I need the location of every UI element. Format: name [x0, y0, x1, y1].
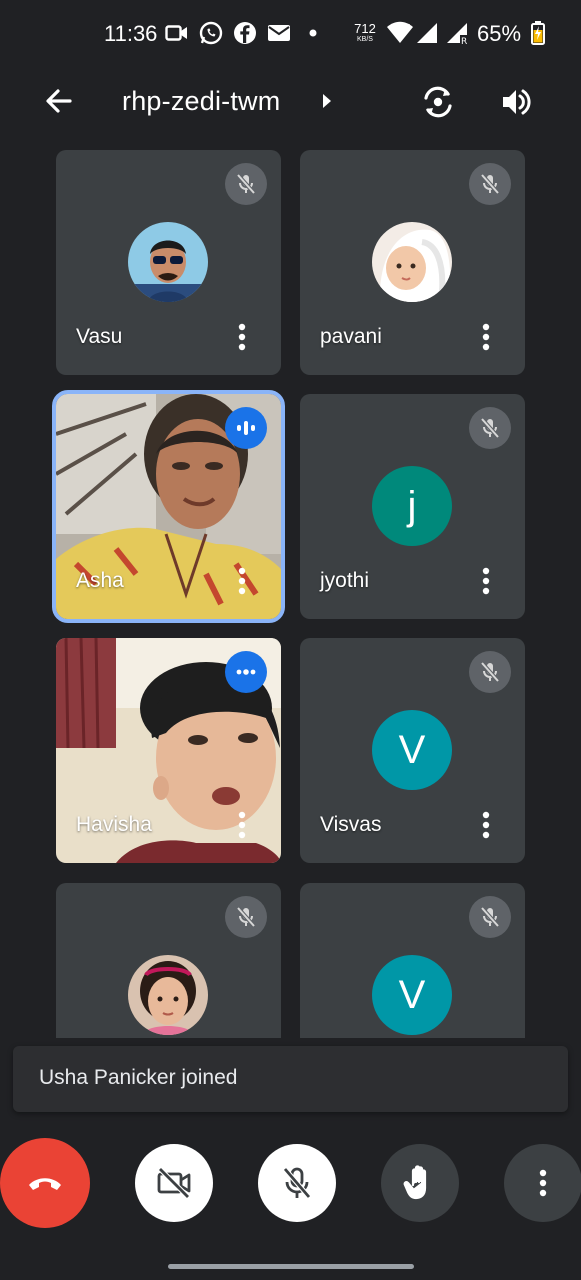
participant-tile-vasu[interactable]: Vasu [56, 150, 281, 375]
signal-icon [414, 20, 440, 46]
avatar-photo [128, 955, 208, 1035]
more-vertical-icon [238, 811, 246, 839]
avatar [128, 955, 208, 1035]
net-speed: 712 KB/S [352, 22, 378, 43]
facebook-icon [232, 20, 258, 46]
participant-menu-button[interactable] [230, 320, 254, 354]
svg-text:R: R [461, 37, 467, 45]
whatsapp-icon [198, 20, 224, 46]
participant-tile[interactable]: V [300, 883, 525, 1038]
participant-menu-button[interactable] [230, 564, 254, 598]
join-notification: Usha Panicker joined [13, 1046, 568, 1112]
more-options-button[interactable] [504, 1144, 581, 1222]
switch-camera-icon [424, 86, 452, 118]
switch-camera-button[interactable] [416, 80, 460, 124]
signal-roaming-icon: R [444, 20, 470, 46]
net-speed-unit: KB/S [357, 36, 373, 43]
participant-name: Vasu [76, 325, 123, 348]
status-bar: 11:36 712 KB/S x R 65% [0, 0, 581, 66]
participant-menu-button[interactable] [230, 808, 254, 842]
avatar-photo [128, 222, 208, 302]
raise-hand-button[interactable] [381, 1144, 459, 1222]
speaking-indicator [225, 651, 267, 693]
more-vertical-icon [238, 567, 246, 595]
participant-menu-button[interactable] [474, 320, 498, 354]
raise-hand-icon [403, 1165, 427, 1200]
meeting-header: rhp-zedi-twm [0, 66, 581, 138]
participant-menu-button[interactable] [474, 564, 498, 598]
video-call-icon [164, 20, 190, 46]
mic-off-icon [480, 906, 500, 928]
mic-off-icon [480, 661, 500, 683]
chevron-right-icon [323, 94, 331, 108]
speaker-icon [503, 89, 531, 115]
avatar-photo [372, 222, 452, 302]
avatar-letter: V [372, 710, 452, 790]
meeting-details-button[interactable] [318, 90, 336, 112]
end-call-icon [29, 1178, 61, 1190]
audio-level-icon [237, 421, 255, 435]
participant-tile-jyothi[interactable]: j jyothi [300, 394, 525, 619]
more-vertical-icon [482, 323, 490, 351]
participant-tile-visvas[interactable]: V Visvas [300, 638, 525, 863]
participant-name: Asha [76, 569, 124, 592]
home-indicator[interactable] [168, 1264, 414, 1269]
participant-tile[interactable] [56, 883, 281, 1038]
back-arrow-icon [46, 89, 72, 113]
svg-text:x: x [405, 22, 411, 32]
mic-off-icon [236, 173, 256, 195]
mic-off-icon [283, 1167, 311, 1199]
mic-muted-badge [469, 407, 511, 449]
participant-name: Visvas [320, 813, 382, 836]
call-controls [0, 1138, 581, 1230]
mic-muted-badge [469, 163, 511, 205]
avatar [128, 222, 208, 302]
audio-level-icon [236, 669, 256, 675]
wifi-icon: x [386, 20, 414, 46]
speaker-button[interactable] [494, 80, 538, 124]
mic-toggle-button[interactable] [258, 1144, 336, 1222]
participant-name: jyothi [320, 569, 370, 592]
speaking-indicator [225, 407, 267, 449]
more-vertical-icon [539, 1169, 547, 1197]
mic-off-icon [236, 906, 256, 928]
dot-icon [306, 20, 320, 46]
mic-muted-badge [469, 896, 511, 938]
net-speed-value: 712 [354, 21, 376, 36]
mic-muted-badge [225, 896, 267, 938]
camera-toggle-button[interactable] [135, 1144, 213, 1222]
mic-muted-badge [469, 651, 511, 693]
camera-off-icon [157, 1167, 191, 1199]
participant-name: Havisha [76, 813, 152, 836]
participant-tile-pavani[interactable]: pavani [300, 150, 525, 375]
avatar-letter: j [372, 466, 452, 546]
participant-tile-havisha[interactable]: Havisha [56, 638, 281, 863]
mic-off-icon [480, 417, 500, 439]
mic-muted-badge [225, 163, 267, 205]
participant-tile-asha[interactable]: Asha [52, 390, 285, 623]
end-call-button[interactable] [0, 1138, 90, 1228]
mic-off-icon [480, 173, 500, 195]
avatar [372, 222, 452, 302]
more-vertical-icon [238, 323, 246, 351]
participant-menu-button[interactable] [474, 808, 498, 842]
more-vertical-icon [482, 811, 490, 839]
more-vertical-icon [482, 567, 490, 595]
mail-icon [266, 20, 292, 46]
participant-name: pavani [320, 325, 382, 348]
battery-charging-icon [530, 20, 546, 46]
meeting-code[interactable]: rhp-zedi-twm [122, 86, 280, 117]
avatar-letter: V [372, 955, 452, 1035]
battery-percent: 65% [477, 21, 522, 46]
back-button[interactable] [38, 80, 80, 122]
status-time: 11:36 [104, 21, 158, 46]
notification-text: Usha Panicker joined [39, 1066, 238, 1089]
